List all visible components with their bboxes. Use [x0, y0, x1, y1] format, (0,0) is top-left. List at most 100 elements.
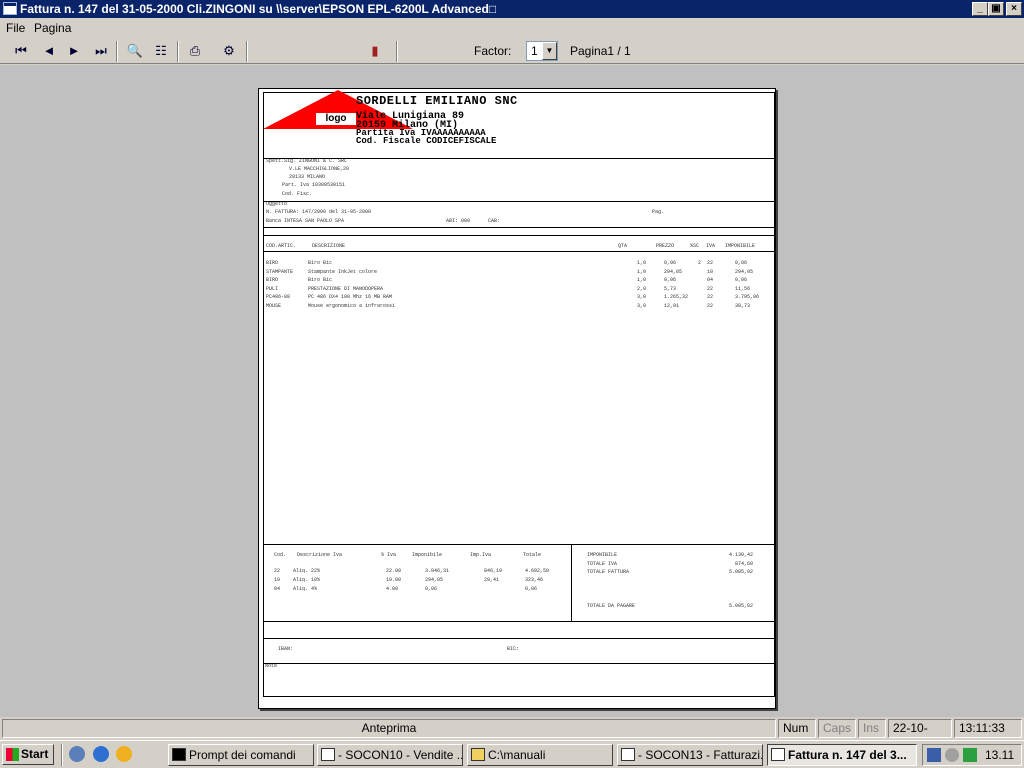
item-cell-desc: Mouse ergonomico a infrarossi	[308, 303, 396, 309]
menu-bar: File Pagina	[0, 18, 1024, 38]
totale-iva-label: TOTALE IVA	[587, 561, 618, 567]
oggetto-label: Oggetto	[266, 201, 288, 207]
iva-cell-cod: 22	[274, 568, 281, 574]
close-button[interactable]: ×	[1006, 2, 1022, 16]
item-cell-prezzo: 12,91	[664, 303, 680, 309]
item-cell-imp: 294,05	[735, 268, 754, 275]
item-cell-desc: PC 486 DX4 100 Mhz 16 MB RAM	[308, 294, 393, 301]
iva-col-perc: % Iva	[381, 552, 397, 558]
network-icon[interactable]	[927, 748, 941, 762]
item-cell-qta: 1,0	[637, 260, 647, 266]
last-page-icon[interactable]: ⏭	[90, 41, 112, 61]
system-tray: 13.11	[922, 744, 1022, 766]
menu-pagina[interactable]: Pagina	[34, 21, 71, 35]
taskbar-item-fattura[interactable]: Fattura n. 147 del 3...	[767, 744, 917, 766]
invoice-number: N. FATTURA: 147/2000 del 31-05-2000	[266, 209, 372, 215]
col-prezzo: PREZZO	[656, 243, 675, 249]
item-cell-iva: 10	[707, 268, 714, 275]
iva-col-cod: Cod.	[274, 552, 287, 558]
menu-file[interactable]: File	[6, 21, 25, 35]
taskbar-item-manuali[interactable]: C:\manuali	[467, 744, 613, 766]
desktop-quicklaunch-icon[interactable]	[69, 746, 85, 762]
print-setup-icon[interactable]: ⚙	[218, 41, 240, 61]
totale-iva-value: 874,60	[735, 561, 754, 567]
prev-page-icon[interactable]: ◄	[38, 41, 60, 61]
status-date: 22-10-2015	[888, 719, 952, 752]
zoom-icon[interactable]: 🔍	[124, 41, 146, 61]
item-cell-imp: 38,73	[735, 303, 751, 309]
factor-label: Factor:	[474, 44, 512, 58]
taskbar-item-socon13[interactable]: - SOCON13 - Fatturazi...	[617, 744, 763, 766]
totale-fattura-label: TOTALE FATTURA	[587, 569, 630, 575]
status-caps: Caps	[818, 719, 856, 738]
divider	[571, 544, 572, 621]
divider	[263, 544, 775, 545]
taskbar-separator	[61, 744, 63, 766]
tray-clock: 13.11	[985, 748, 1015, 762]
divider	[263, 638, 775, 639]
item-cell-imp: 0,06	[735, 277, 748, 284]
status-bar: Anteprima Num Caps Ins 22-10-2015 13:11:…	[0, 717, 1024, 752]
security-icon[interactable]	[963, 748, 977, 762]
item-cell-prezzo: 5,73	[664, 285, 677, 292]
col-sc: %SC	[690, 243, 700, 249]
item-cell-cod: PC486-88	[266, 294, 291, 301]
ie-quicklaunch-icon[interactable]	[93, 746, 109, 762]
divider	[263, 251, 775, 252]
taskbar-item-label: Fattura n. 147 del 3...	[788, 748, 907, 762]
factor-value: 1	[531, 44, 538, 58]
totale-fattura-value: 5.005,02	[729, 569, 754, 575]
item-cell-qta: 2,0	[637, 285, 647, 292]
item-cell-iva: 22	[707, 294, 714, 301]
exit-door-icon[interactable]: ▮	[364, 41, 386, 61]
minimize-button[interactable]: _	[972, 2, 988, 16]
chevron-down-icon[interactable]: ▼	[542, 42, 557, 60]
maximize-button[interactable]: ▣	[988, 2, 1004, 16]
bank-name: Banca INTESA SAN PAOLO SPA	[266, 218, 345, 224]
taskbar-item-prompt[interactable]: Prompt dei comandi	[168, 744, 314, 766]
item-cell-desc: Biro Bic	[308, 260, 333, 266]
item-cell-imp: 0,06	[735, 260, 748, 266]
print-icon[interactable]: ⎙	[184, 41, 206, 61]
book-view-icon[interactable]: ☷	[150, 41, 172, 61]
media-quicklaunch-icon[interactable]	[116, 746, 132, 762]
col-imp: IMPONIBILE	[725, 243, 756, 249]
item-cell-cod: PULI	[266, 285, 279, 292]
iva-cell-desc: Aliq. 22%	[293, 568, 321, 574]
client-city: 20133 MILANO	[289, 174, 326, 180]
company-name: SORDELLI EMILIANO SNC	[356, 94, 518, 108]
iva-col-tot: Totale	[523, 552, 542, 558]
taskbar-item-label: Prompt dei comandi	[189, 748, 296, 762]
iban-label: IBAN:	[278, 646, 294, 652]
start-button[interactable]: Start	[2, 744, 54, 765]
window-title: Fattura n. 147 del 31-05-2000 Cli.ZINGON…	[20, 2, 497, 16]
note-label: Note	[265, 663, 278, 669]
client-street: V.LE MACCHIGLIONE,20	[289, 166, 350, 172]
col-qta: QTA	[618, 243, 628, 249]
divider	[263, 621, 775, 622]
iva-cell-impiva: 29,41	[484, 577, 500, 583]
folder-icon	[471, 748, 485, 761]
taskbar-item-socon10[interactable]: - SOCON10 - Vendite ...	[317, 744, 463, 766]
iva-cell-tot: 323,46	[525, 577, 544, 583]
item-cell-cod: BIRO	[266, 277, 279, 284]
item-cell-qta: 3,0	[637, 294, 647, 301]
iva-cell-impiva: 846,19	[484, 568, 503, 574]
col-desc: DESCRIZIONE	[312, 243, 346, 249]
totale-pagare-value: 5.005,02	[729, 603, 754, 609]
title-bar[interactable]: Fattura n. 147 del 31-05-2000 Cli.ZINGON…	[0, 0, 1024, 18]
imponibile-value: 4.130,42	[729, 552, 754, 558]
item-cell-imp: 3.795,96	[735, 294, 760, 301]
divider	[263, 235, 775, 236]
bic-label: BIC:	[507, 646, 520, 652]
iva-cell-tot: 4.692,50	[525, 568, 550, 574]
factor-select[interactable]: 1 ▼	[526, 41, 558, 61]
client-name: Spett.Sig. ZINGONI & C. SRL	[266, 158, 348, 164]
settings-icon[interactable]	[945, 748, 959, 762]
iva-col-desc: Descrizione Iva	[297, 552, 343, 558]
item-cell-prezzo: 294,05	[664, 268, 683, 275]
next-page-icon[interactable]: ►	[63, 41, 85, 61]
first-page-icon[interactable]: ⏮	[10, 41, 32, 61]
toolbar-separator	[116, 41, 118, 62]
item-cell-prezzo: 0,06	[664, 260, 677, 266]
